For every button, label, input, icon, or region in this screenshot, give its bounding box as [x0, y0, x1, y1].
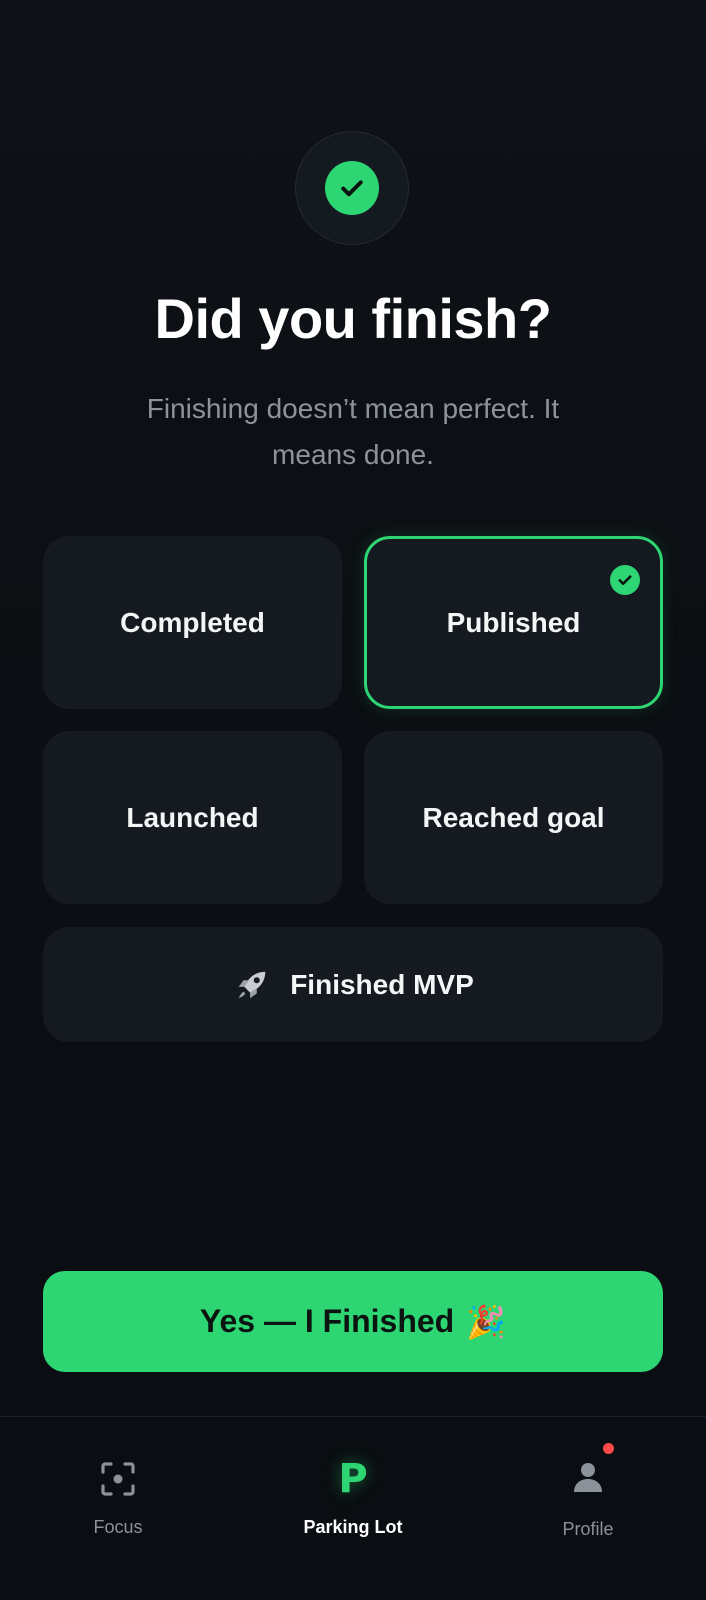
- option-label: Reached goal: [422, 801, 605, 833]
- option-published[interactable]: Published: [364, 536, 663, 709]
- parking-p-icon: P: [338, 1456, 368, 1502]
- option-reached-goal[interactable]: Reached goal: [364, 731, 663, 904]
- bottom-nav: Focus P Parking Lot Profile: [0, 1416, 706, 1600]
- check-circle-icon: [325, 161, 379, 215]
- page-subtitle: Finishing doesn’t mean perfect. It means…: [146, 393, 560, 470]
- nav-label-profile: Profile: [562, 1519, 614, 1539]
- finish-screen: Did you finish? Finishing doesn’t mean p…: [0, 0, 706, 1600]
- nav-item-parking-lot[interactable]: P Parking Lot: [253, 1417, 453, 1600]
- option-launched[interactable]: Launched: [43, 731, 342, 904]
- cta-label: Yes — I Finished: [199, 1303, 455, 1339]
- rocket-icon: [232, 965, 272, 1005]
- option-label: Finished MVP: [290, 968, 474, 1000]
- nav-label-parking-lot: Parking Lot: [303, 1517, 403, 1537]
- option-label: Completed: [120, 606, 265, 638]
- nav-label-focus: Focus: [93, 1517, 143, 1537]
- nav-item-profile[interactable]: Profile: [488, 1417, 688, 1600]
- finish-confirm-button[interactable]: Yes — I Finished 🎉: [43, 1271, 663, 1372]
- page-title: Did you finish?: [154, 287, 552, 350]
- selected-check-icon: [610, 565, 640, 595]
- success-badge: [295, 131, 409, 245]
- option-completed[interactable]: Completed: [43, 536, 342, 709]
- option-finished-mvp[interactable]: Finished MVP: [43, 927, 663, 1042]
- option-label: Launched: [126, 801, 259, 833]
- user-icon: [566, 1455, 610, 1499]
- notification-dot: [603, 1443, 614, 1454]
- party-popper-icon: 🎉: [466, 1303, 507, 1340]
- focus-icon: [96, 1457, 140, 1501]
- nav-item-focus[interactable]: Focus: [18, 1417, 218, 1600]
- option-label: Published: [446, 606, 581, 638]
